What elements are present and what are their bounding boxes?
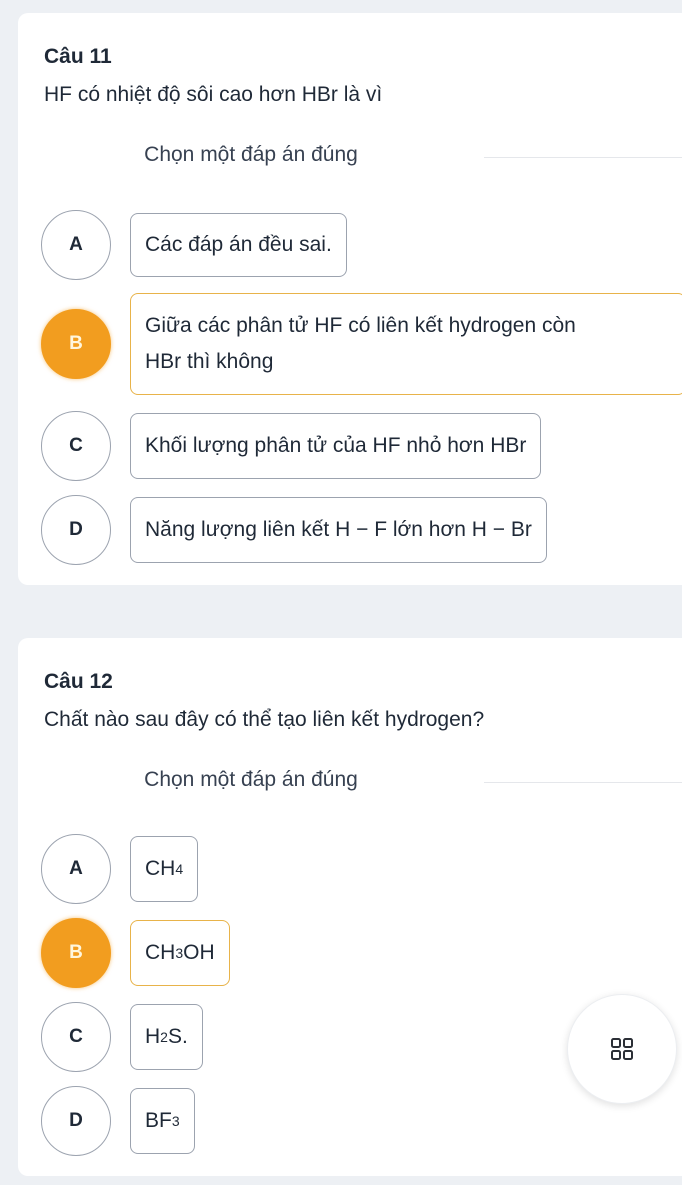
question-text: Chất nào sau đây có thể tạo liên kết hyd… (44, 708, 485, 731)
option-d[interactable]: D Năng lượng liên kết H − F lớn hơn H − … (41, 495, 547, 565)
option-letter[interactable]: D (41, 495, 111, 565)
formula-text: S. (167, 1025, 188, 1048)
question-title: Câu 11 (44, 45, 112, 68)
question-title: Câu 12 (44, 670, 113, 693)
question-grid-button[interactable] (567, 994, 677, 1104)
formula-text: BF (145, 1109, 172, 1132)
option-d[interactable]: D BF 3 (41, 1086, 195, 1156)
option-c[interactable]: C H 2 S. (41, 1002, 203, 1072)
instruction-label: Chọn một đáp án đúng (18, 768, 484, 792)
option-a[interactable]: A CH 4 (41, 834, 199, 904)
instruction-label: Chọn một đáp án đúng (18, 143, 484, 167)
option-text[interactable]: Khối lượng phân tử của HF nhỏ hơn HBr (130, 413, 542, 479)
option-letter[interactable]: D (41, 1086, 111, 1156)
question-card-12: Câu 12 Chất nào sau đây có thể tạo liên … (18, 638, 682, 1176)
option-letter-selected[interactable]: B (41, 309, 111, 379)
option-letter[interactable]: C (41, 1002, 111, 1072)
option-text[interactable]: Năng lượng liên kết H − F lớn hơn H − Br (130, 497, 547, 563)
option-c[interactable]: C Khối lượng phân tử của HF nhỏ hơn HBr (41, 411, 542, 481)
option-letter[interactable]: C (41, 411, 111, 481)
option-formula-selected[interactable]: CH 3 OH (130, 920, 230, 986)
option-formula[interactable]: CH 4 (130, 836, 199, 902)
formula-text: OH (183, 941, 215, 964)
option-text-selected[interactable]: Giữa các phân tử HF có liên kết hydrogen… (130, 293, 682, 395)
option-text[interactable]: Các đáp án đều sai. (130, 213, 347, 277)
question-card-11: Câu 11 HF có nhiệt độ sôi cao hơn HBr là… (18, 13, 682, 585)
option-letter[interactable]: A (41, 834, 111, 904)
option-formula[interactable]: H 2 S. (130, 1004, 203, 1070)
option-letter[interactable]: A (41, 210, 111, 280)
option-letter-selected[interactable]: B (41, 918, 111, 988)
option-text-line: Giữa các phân tử HF có liên kết hydrogen… (145, 314, 576, 337)
grid-icon (611, 1038, 633, 1060)
formula-text: H (145, 1025, 161, 1048)
option-b[interactable]: B Giữa các phân tử HF có liên kết hydrog… (41, 293, 682, 395)
option-formula[interactable]: BF 3 (130, 1088, 195, 1154)
option-b[interactable]: B CH 3 OH (41, 918, 230, 988)
formula-text: CH (145, 857, 176, 880)
option-a[interactable]: A Các đáp án đều sai. (41, 210, 347, 280)
formula-text: CH (145, 941, 176, 964)
question-text: HF có nhiệt độ sôi cao hơn HBr là vì (44, 83, 383, 106)
option-text-line: HBr thì không (145, 350, 274, 373)
